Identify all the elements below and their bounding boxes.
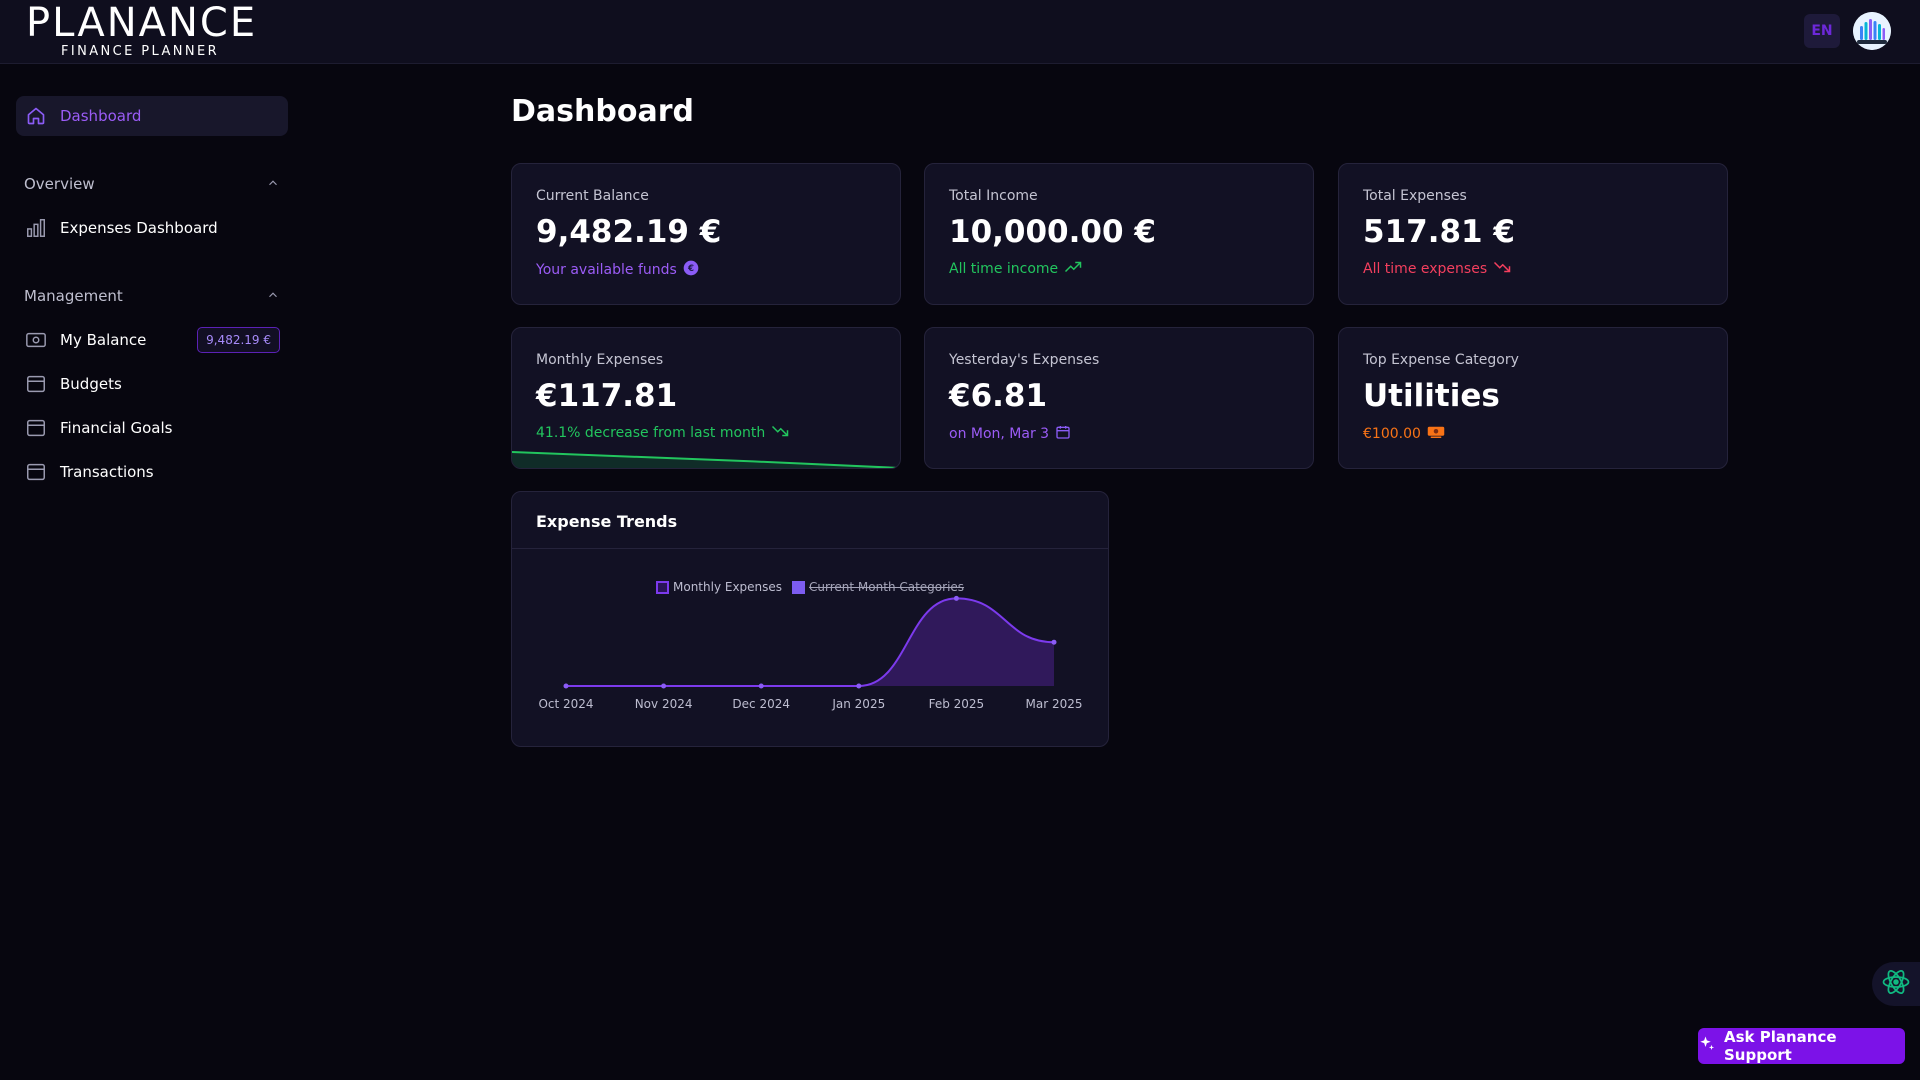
card-subtext: All time income (949, 260, 1082, 278)
section-title: Management (24, 287, 123, 305)
sparkles-icon (1698, 1035, 1716, 1057)
card-value: €6.81 (949, 378, 1048, 414)
card-subtext: Your available funds € (536, 260, 699, 280)
page-title: Dashboard (511, 94, 694, 129)
card-yesterdays-expenses: Yesterday's Expenses €6.81 on Mon, Mar 3 (924, 327, 1314, 469)
card-label: Total Income (949, 188, 1038, 204)
svg-text:€: € (687, 264, 694, 274)
x-tick-label: Mar 2025 (1026, 697, 1083, 711)
sidebar-item-label: Transactions (60, 463, 154, 481)
sidebar-item-my-balance[interactable]: My Balance 9,482.19 € (16, 320, 288, 360)
monthly-sparkline (512, 451, 900, 468)
banknote-icon (1427, 424, 1445, 444)
card-subtext-label: All time expenses (1363, 261, 1488, 277)
ai-assistant-button[interactable] (1872, 962, 1920, 1006)
sidebar-item-budgets[interactable]: Budgets (16, 364, 288, 404)
home-icon (24, 104, 48, 128)
card-subtext: on Mon, Mar 3 (949, 424, 1071, 444)
section-title: Overview (24, 175, 95, 193)
card-subtext-label: Your available funds (536, 262, 677, 278)
section-overview[interactable]: Overview (24, 172, 280, 196)
data-point[interactable] (661, 683, 667, 689)
card-current-balance: Current Balance 9,482.19 € Your availabl… (511, 163, 901, 305)
trending-up-icon (1064, 260, 1082, 278)
wallet-icon (24, 328, 48, 352)
app-logo[interactable]: PLANANCE FINANCE PLANNER (26, 2, 255, 62)
data-point[interactable] (856, 683, 862, 689)
balance-badge: 9,482.19 € (197, 327, 280, 353)
card-subtext-label: All time income (949, 261, 1059, 277)
section-management[interactable]: Management (24, 284, 280, 308)
chevron-up-icon (266, 175, 280, 194)
sidebar-item-label: Expenses Dashboard (60, 219, 218, 237)
data-point[interactable] (758, 683, 764, 689)
card-value: 10,000.00 € (949, 214, 1156, 250)
divider (512, 548, 1108, 549)
ask-support-button[interactable]: Ask Planance Support (1698, 1028, 1905, 1064)
logo-subtitle: FINANCE PLANNER (61, 44, 220, 59)
x-tick-label: Dec 2024 (732, 697, 790, 711)
atom-icon (1881, 967, 1911, 1001)
x-tick-label: Jan 2025 (831, 697, 885, 711)
expense-trends-chart: Oct 2024 Nov 2024 Dec 2024 Jan 2025 Feb 2025… (538, 595, 1083, 711)
card-label: Top Expense Category (1363, 352, 1519, 368)
sidebar-item-label: Financial Goals (60, 419, 173, 437)
sidebar-item-dashboard[interactable]: Dashboard (16, 96, 288, 136)
euro-coin-icon: € (683, 260, 699, 280)
card-subtext-label: on Mon, Mar 3 (949, 426, 1050, 442)
sidebar-item-transactions[interactable]: Transactions (16, 452, 288, 492)
sidebar-item-financial-goals[interactable]: Financial Goals (16, 408, 288, 448)
app-header: PLANANCE FINANCE PLANNER EN (0, 0, 1920, 64)
data-point[interactable] (1051, 639, 1057, 645)
card-label: Yesterday's Expenses (949, 352, 1100, 368)
card-top-expense-category: Top Expense Category Utilities €100.00 (1338, 327, 1728, 469)
sidebar-item-expenses-dashboard[interactable]: Expenses Dashboard (16, 208, 288, 248)
archive-icon (24, 460, 48, 484)
sidebar-item-label: Dashboard (60, 107, 142, 125)
trend-title: Expense Trends (536, 512, 678, 531)
language-button[interactable]: EN (1804, 14, 1840, 48)
card-monthly-expenses: Monthly Expenses €117.81 41.1% decrease … (511, 327, 901, 469)
card-label: Current Balance (536, 188, 649, 204)
trending-down-icon (1493, 260, 1511, 278)
x-tick-label: Feb 2025 (929, 697, 985, 711)
support-label: Ask Planance Support (1724, 1028, 1837, 1064)
sidebar: Dashboard Overview Expenses Dashboard Ma… (0, 64, 300, 1080)
x-tick-label: Oct 2024 (538, 697, 593, 711)
avatar[interactable] (1853, 12, 1891, 50)
card-label: Monthly Expenses (536, 352, 664, 368)
bar-chart-icon (24, 216, 48, 240)
calendar-icon (1055, 424, 1071, 444)
card-value: 517.81 € (1363, 214, 1515, 250)
series-area-monthly-expenses (566, 598, 1054, 686)
card-value: Utilities (1363, 378, 1500, 414)
sidebar-item-label: Budgets (60, 375, 122, 393)
card-subtext-label: €100.00 (1363, 426, 1421, 442)
card-value: €117.81 (536, 378, 678, 414)
card-label: Total Expenses (1363, 188, 1467, 204)
data-point[interactable] (563, 683, 569, 689)
card-subtext: €100.00 (1363, 424, 1445, 444)
archive-icon (24, 416, 48, 440)
x-tick-label: Nov 2024 (635, 697, 693, 711)
card-total-expenses: Total Expenses 517.81 € All time expense… (1338, 163, 1728, 305)
archive-icon (24, 372, 48, 396)
sidebar-item-label: My Balance (60, 331, 147, 349)
data-point[interactable] (953, 595, 959, 601)
card-value: 9,482.19 € (536, 214, 722, 250)
avatar-image (1853, 12, 1891, 50)
card-total-income: Total Income 10,000.00 € All time income (924, 163, 1314, 305)
expense-trends-card: Expense Trends Monthly Expenses Current … (511, 491, 1109, 747)
chevron-up-icon (266, 287, 280, 306)
logo-title: PLANANCE (26, 0, 258, 46)
card-subtext: All time expenses (1363, 260, 1511, 278)
